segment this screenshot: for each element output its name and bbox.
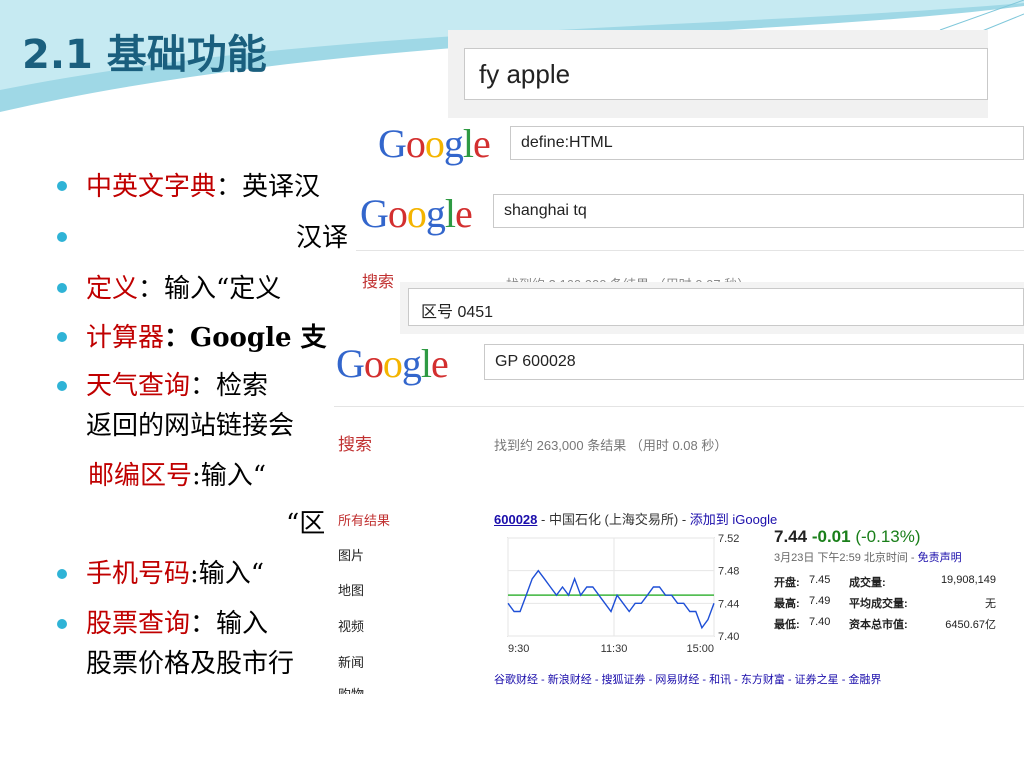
finance-source-links[interactable]: 谷歌财经 - 新浪财经 - 搜狐证券 - 网易财经 - 和讯 - 东方财富 - … — [494, 671, 881, 687]
bullet-item: 手机号码:输入“ — [86, 559, 265, 589]
bullet-dot — [57, 619, 67, 629]
quote-change: -0.01 — [811, 527, 851, 546]
y-tick-label: 7.48 — [718, 566, 739, 578]
disclaimer-link[interactable]: 免责声明 — [918, 552, 962, 564]
stock-header: 600028 - 中国石化 (上海交易所) - 添加到 iGoogle — [494, 512, 778, 527]
screenshot-zip: 区号 0451 — [400, 282, 1024, 334]
sidebar-item-video[interactable]: 视频 — [338, 616, 364, 635]
bullet-item: 天气查询：检索 — [86, 371, 269, 401]
search-input-fy[interactable]: fy apple — [464, 48, 988, 100]
sidebar-item-maps[interactable]: 地图 — [338, 580, 364, 599]
slide-title: 2.1 基础功能 — [22, 32, 267, 78]
bullet-dot — [57, 283, 67, 293]
bullet-item: 计算器：Google 支 — [86, 323, 327, 353]
bullet-item: “区 — [286, 509, 326, 539]
chart-frame — [507, 537, 715, 637]
stats-table: 开盘: 7.45 成交量: 19,908,149 最高: 7.49 平均成交量:… — [774, 574, 996, 637]
screenshot-define: Google define:HTML — [378, 118, 1024, 170]
x-tick-label: 15:00 — [686, 643, 714, 655]
search-label[interactable]: 搜索 — [362, 268, 394, 292]
google-logo: Google — [360, 191, 473, 236]
bullet-item: 定义：输入“定义 — [86, 274, 282, 304]
stock-chart: 7.52 7.48 7.44 7.40 9:30 11:30 15:00 — [507, 533, 739, 655]
x-tick-label: 9:30 — [508, 643, 529, 655]
y-axis-ticks: 7.52 7.48 7.44 7.40 — [718, 533, 739, 643]
stock-code-link[interactable]: 600028 — [494, 512, 537, 527]
google-logo: Google — [336, 341, 449, 386]
bullet-dot — [57, 381, 67, 391]
search-input-stock[interactable]: GP 600028 — [484, 344, 1024, 380]
search-input-define[interactable]: define:HTML — [510, 126, 1024, 160]
bullet-item: 中英文字典：英译汉 — [86, 172, 321, 202]
add-igoogle-link[interactable]: 添加到 iGoogle — [690, 512, 777, 527]
divider — [334, 406, 1024, 407]
quote-change-pct: (-0.13%) — [855, 527, 921, 546]
sidebar-item-shopping[interactable]: 购物 — [338, 684, 364, 694]
bullet-dot — [57, 569, 67, 579]
stats-row: 最高: 7.49 平均成交量: 无 — [774, 595, 996, 610]
bullet-item: 邮编区号:输入“ — [88, 461, 267, 491]
sidebar-item-news[interactable]: 新闻 — [338, 652, 364, 671]
search-input-weather[interactable]: shanghai tq — [493, 194, 1024, 228]
bullet-item: 汉译 — [296, 223, 349, 253]
search-label[interactable]: 搜索 — [338, 430, 372, 455]
stats-row: 最低: 7.40 资本总市值: 6450.67亿 — [774, 616, 996, 631]
bullet-dot — [57, 232, 67, 242]
result-count: 找到约 263,000 条结果 （用时 0.08 秒） — [494, 438, 728, 453]
google-logo: Google — [378, 121, 491, 166]
stats-row: 开盘: 7.45 成交量: 19,908,149 — [774, 574, 996, 589]
x-tick-label: 11:30 — [601, 643, 628, 655]
quote-time: 3月23日 下午2:59 北京时间 - 免责声明 — [774, 552, 962, 564]
y-tick-label: 7.44 — [718, 598, 739, 610]
bullet-item: 股票查询：输入 — [86, 609, 269, 639]
quote-price-line: 7.44 -0.01 (-0.13%) — [774, 527, 921, 547]
screenshot-weather: Google shanghai tq 搜索 找到约 3,160,000 条结果 … — [356, 180, 1024, 292]
quote-price: 7.44 — [774, 527, 808, 546]
y-tick-label: 7.40 — [718, 631, 739, 643]
bullet-dot — [57, 181, 67, 191]
screenshot-stock: Google GP 600028 搜索 找到约 263,000 条结果 （用时 … — [334, 334, 1024, 694]
screenshot-fy: fy apple — [448, 30, 988, 118]
sidebar-item-all[interactable]: 所有结果 — [338, 510, 390, 529]
search-input-zip[interactable]: 区号 0451 — [408, 288, 1024, 326]
bullet-dot — [57, 332, 67, 342]
y-tick-label: 7.52 — [718, 533, 739, 545]
sidebar-item-images[interactable]: 图片 — [338, 545, 364, 564]
bullet-item-line2: 股票价格及股市行 — [86, 649, 295, 679]
bullet-item-line2: 返回的网站链接会 — [86, 411, 295, 441]
divider — [356, 250, 1024, 251]
x-axis-ticks: 9:30 11:30 15:00 — [508, 643, 714, 655]
